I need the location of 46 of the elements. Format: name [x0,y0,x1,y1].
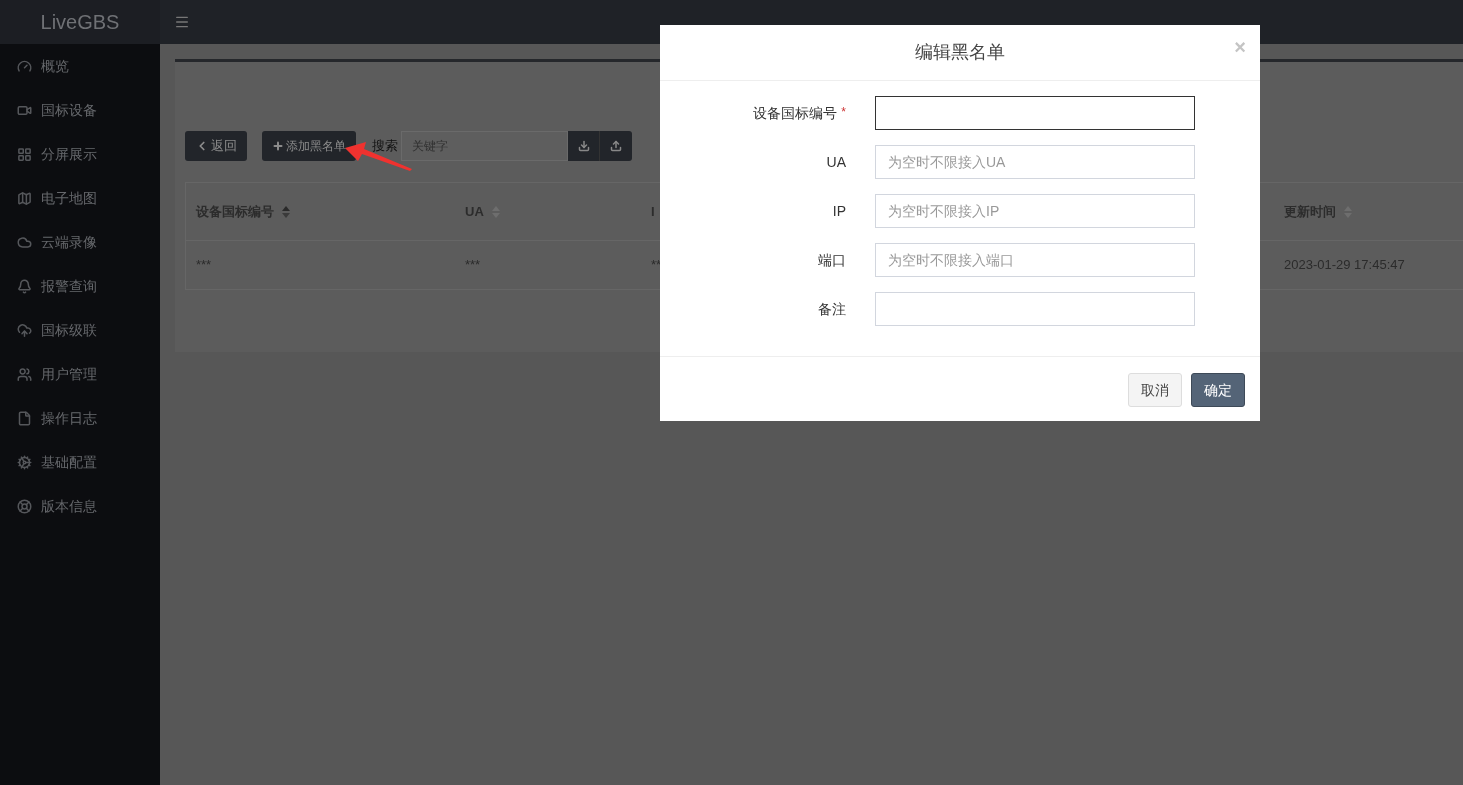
sidebar-item[interactable]: 云端录像 [0,220,160,264]
sidebar-item[interactable]: 国标级联 [0,308,160,352]
sidebar-item-icon [17,366,32,382]
pointer-arrow-icon [344,140,414,172]
required-mark: * [841,103,846,121]
field-label: 设备国标编号 [753,103,838,123]
sidebar-item-icon [17,58,32,74]
back-button[interactable]: 返回 [185,131,247,161]
field-label: IP [832,201,846,221]
search-label: 搜索 [372,137,398,156]
download-icon [577,140,590,152]
sidebar-item-icon [17,454,32,470]
field-label: 备注 [818,299,846,319]
sidebar-item-icon [17,322,32,338]
upload-icon [610,140,622,152]
sidebar-item-icon [17,498,32,514]
sidebar-item-icon [17,278,32,294]
sidebar-item-icon [17,190,32,206]
cancel-button[interactable]: 取消 [1128,373,1182,407]
sidebar-item[interactable]: 操作日志 [0,396,160,440]
sort-icon[interactable] [282,205,290,218]
app-logo: LiveGBS [40,10,120,35]
sidebar-item[interactable]: 基础配置 [0,440,160,484]
sidebar-item[interactable]: 电子地图 [0,176,160,220]
sidebar-item[interactable]: 用户管理 [0,352,160,396]
field-label: 端口 [818,250,846,270]
input-field[interactable] [875,96,1195,130]
table-cell-text: *** [465,256,481,275]
plus-icon [272,140,284,152]
table-cell-text: ** [651,256,662,275]
upload-button[interactable] [600,131,632,161]
sidebar-item[interactable]: 版本信息 [0,484,160,528]
sidebar-item-icon [17,234,32,250]
sidebar-item-icon [17,146,32,162]
download-button[interactable] [568,131,600,161]
sidebar-item[interactable]: 概览 [0,44,160,88]
sidebar-item[interactable]: 报警查询 [0,264,160,308]
sidebar-item[interactable]: 分屏展示 [0,132,160,176]
confirm-button[interactable]: 确定 [1191,373,1245,407]
menu-icon[interactable] [174,14,190,30]
table-cell-text: *** [196,256,212,275]
add-blacklist-button[interactable]: 添加黑名单 [262,131,356,161]
sidebar-item[interactable]: 国标设备 [0,88,160,132]
field-label: UA [826,152,846,172]
dialog-title: 编辑黑名单 [915,41,1005,64]
sidebar-item-icon [17,410,32,426]
